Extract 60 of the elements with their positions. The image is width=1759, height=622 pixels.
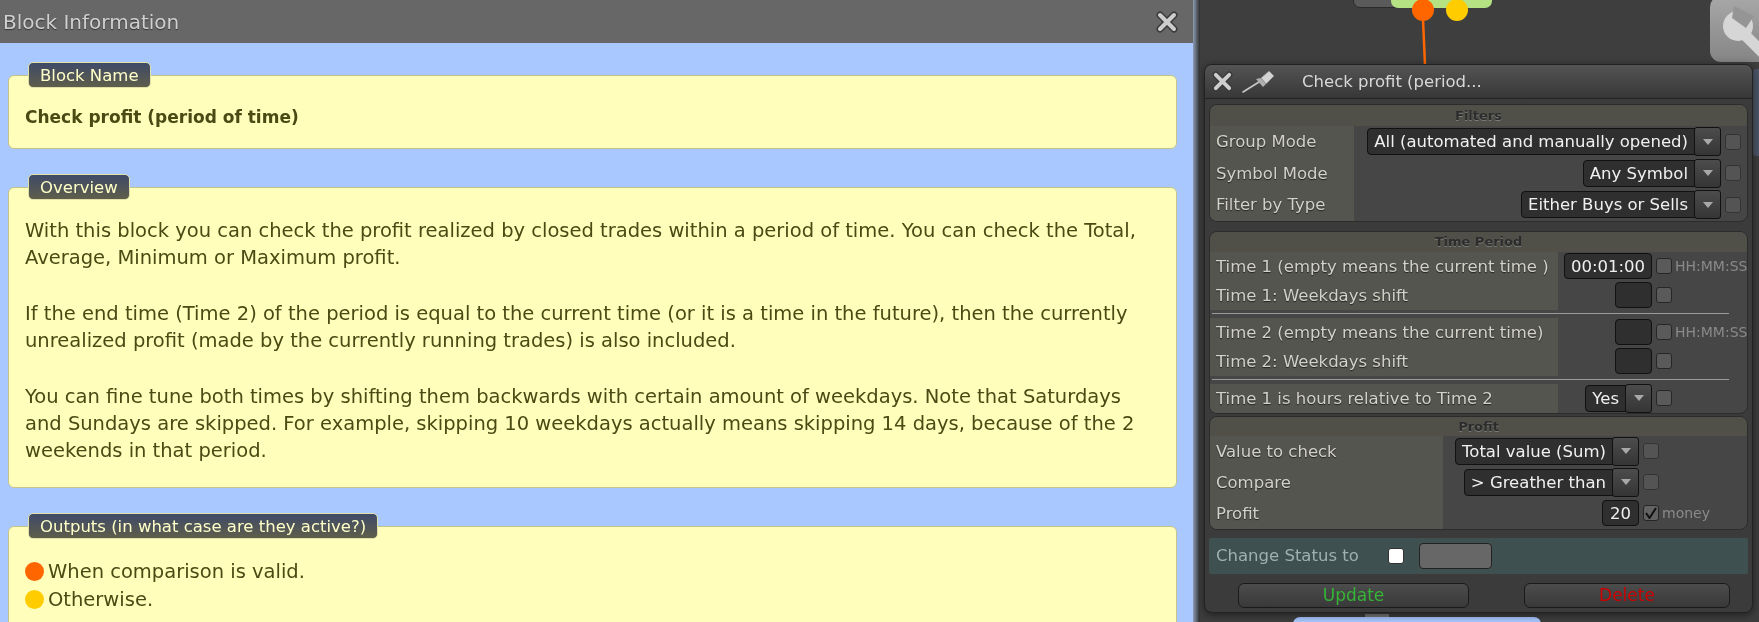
splitter-bar[interactable] — [1193, 0, 1200, 622]
field-label: Filter by Type — [1210, 189, 1354, 221]
status-label: Change Status to — [1216, 546, 1360, 565]
field-label: Time 2 (empty means the current time) — [1210, 317, 1558, 347]
pin-icon[interactable] — [1241, 69, 1277, 94]
field-label: Time 1: Weekdays shift — [1210, 280, 1558, 310]
section-legend: Outputs (in what case are they active?) — [28, 513, 379, 539]
field-label: Symbol Mode — [1210, 157, 1354, 189]
overview-paragraph: You can fine tune both times by shifting them backwards with certain amount of weekdays. Note that Saturdays and Sundays are skipped. For example, skipping 10 weekdays actually means skipping 14 days, because of the 2 weekends in that period. — [25, 384, 1136, 464]
update-button[interactable]: Update — [1238, 582, 1469, 608]
checkbox[interactable] — [1656, 287, 1672, 303]
unit-label: money — [1662, 505, 1710, 521]
dropdown-toggle[interactable] — [1694, 190, 1721, 220]
caret-icon — [1633, 395, 1644, 401]
text-input[interactable]: 00:01:00 — [1563, 253, 1652, 279]
checkbox[interactable] — [1656, 353, 1672, 369]
block-name: Check profit (period of time) — [25, 106, 299, 128]
connector-line — [1420, 19, 1428, 65]
caret-icon — [1702, 170, 1713, 177]
field-label: Time 1 is hours relative to Time 2 — [1210, 383, 1558, 413]
dropdown-toggle[interactable] — [1694, 127, 1721, 157]
close-icon[interactable] — [1212, 71, 1233, 92]
overview-paragraph: With this block you can check the profit realized by closed trades within a period of time. You can check the Total, Average, Minimum or Maximum profit. — [25, 218, 1137, 271]
field-label: Time 1 (empty means the current time ) — [1210, 251, 1558, 281]
dropdown[interactable]: Yes — [1585, 384, 1626, 412]
section-legend: Block Name — [28, 62, 151, 88]
field-label: Profit — [1210, 497, 1443, 529]
caret-icon — [1620, 479, 1631, 485]
checkbox[interactable] — [1656, 324, 1672, 340]
section-legend: Overview — [28, 174, 130, 200]
text-input[interactable]: 20 — [1602, 500, 1639, 526]
field-label: Group Mode — [1210, 126, 1354, 158]
overview-paragraph: If the end time (Time 2) of the period is equal to the current time (or it is a time in the future), then the currently unrealized profit (made by the currently running trades) is also included. — [25, 301, 1129, 354]
dropdown-toggle[interactable] — [1612, 436, 1639, 466]
output-label: When comparison is valid. — [48, 559, 305, 583]
close-icon[interactable] — [1156, 10, 1178, 33]
field-label: Compare — [1210, 466, 1443, 498]
unit-label: HH:MM:SS — [1675, 324, 1747, 340]
caret-icon — [1620, 448, 1631, 454]
output-label: Otherwise. — [48, 587, 154, 611]
status-field[interactable] — [1419, 542, 1492, 569]
dropdown-toggle[interactable] — [1694, 158, 1721, 188]
unit-label: HH:MM:SS — [1675, 258, 1747, 274]
checkbox[interactable] — [1643, 505, 1659, 521]
checkbox[interactable] — [1388, 547, 1404, 564]
wrench-icon[interactable] — [1710, 0, 1759, 62]
text-input[interactable] — [1615, 348, 1652, 374]
text-input[interactable] — [1615, 282, 1652, 308]
caret-icon — [1702, 201, 1713, 208]
text-input[interactable] — [1615, 319, 1652, 345]
panel-title: Block Information — [3, 9, 180, 34]
caret-icon — [1702, 138, 1713, 145]
field-label: Time 2: Weekdays shift — [1210, 346, 1558, 376]
dropdown-toggle[interactable] — [1612, 467, 1639, 497]
checkbox[interactable] — [1656, 390, 1672, 406]
dropdown-toggle[interactable] — [1625, 383, 1652, 413]
checkbox[interactable] — [1656, 258, 1672, 274]
checkmark-icon — [1645, 507, 1657, 519]
field-label: Value to check — [1210, 435, 1443, 467]
dialog-title: Check profit (period... — [1302, 72, 1482, 91]
